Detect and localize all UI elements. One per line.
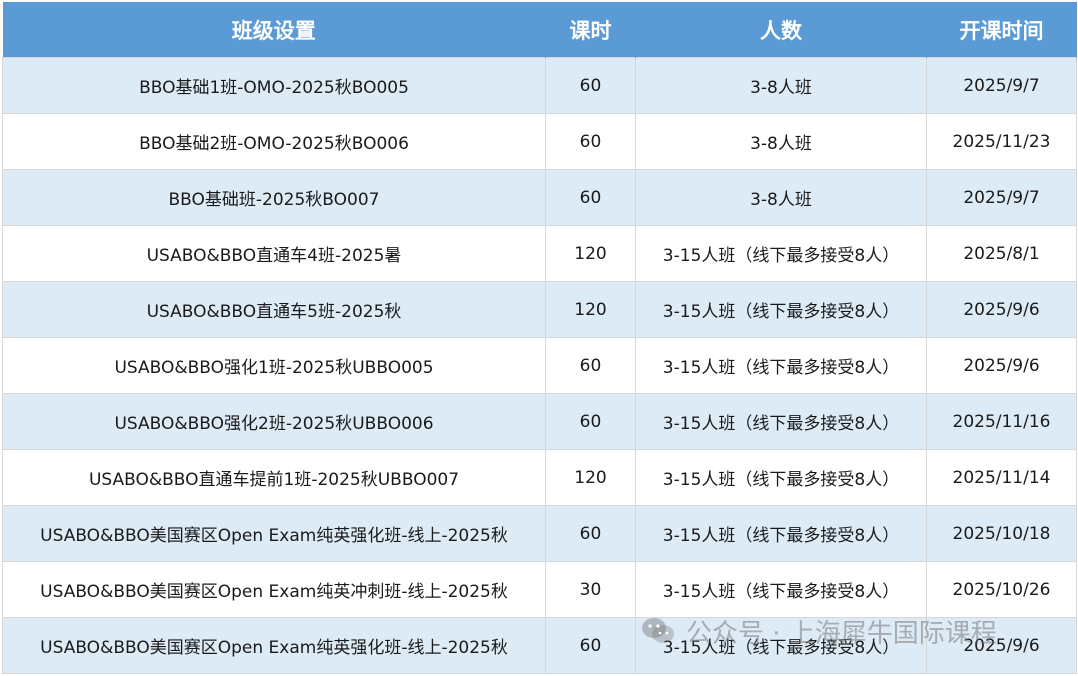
cell-class-size: 3-15人班（线下最多接受8人） (635, 393, 927, 450)
class-schedule-table: 班级设置 课时 人数 开课时间 BBO基础1班-OMO-2025秋BO005 60… (2, 2, 1077, 674)
cell-start-date: 2025/8/1 (926, 225, 1077, 282)
cell-class-setting: BBO基础班-2025秋BO007 (2, 169, 546, 226)
table-row: BBO基础2班-OMO-2025秋BO006 60 3-8人班 2025/11/23 (2, 113, 1077, 170)
table-row: BBO基础班-2025秋BO007 60 3-8人班 2025/9/7 (2, 169, 1077, 226)
cell-hours: 120 (545, 281, 636, 338)
cell-class-size: 3-15人班（线下最多接受8人） (635, 617, 927, 674)
cell-hours: 60 (545, 57, 636, 114)
table-row: USABO&BBO美国赛区Open Exam纯英强化班-线上-2025秋 60 3-… (2, 617, 1077, 674)
table-row: USABO&BBO直通车5班-2025秋 120 3-15人班（线下最多接受8人） 2… (2, 281, 1077, 338)
table-row: USABO&BBO直通车4班-2025暑 120 3-15人班（线下最多接受8人） 2… (2, 225, 1077, 282)
cell-start-date: 2025/11/16 (926, 393, 1077, 450)
cell-start-date: 2025/11/14 (926, 449, 1077, 506)
cell-start-date: 2025/9/7 (926, 169, 1077, 226)
table-row: USABO&BBO直通车提前1班-2025秋UBBO007 120 3-15人班（线… (2, 449, 1077, 506)
cell-class-size: 3-15人班（线下最多接受8人） (635, 281, 927, 338)
cell-class-size: 3-15人班（线下最多接受8人） (635, 225, 927, 282)
cell-class-setting: USABO&BBO美国赛区Open Exam纯英强化班-线上-2025秋 (2, 617, 546, 674)
header-start-date: 开课时间 (926, 2, 1077, 58)
cell-hours: 60 (545, 505, 636, 562)
cell-class-size: 3-15人班（线下最多接受8人） (635, 561, 927, 618)
cell-hours: 60 (545, 113, 636, 170)
cell-hours: 120 (545, 449, 636, 506)
cell-class-size: 3-15人班（线下最多接受8人） (635, 505, 927, 562)
header-hours: 课时 (545, 2, 636, 58)
cell-hours: 60 (545, 393, 636, 450)
cell-class-size: 3-8人班 (635, 57, 927, 114)
cell-start-date: 2025/10/18 (926, 505, 1077, 562)
table-header-row: 班级设置 课时 人数 开课时间 (2, 2, 1077, 58)
cell-start-date: 2025/10/26 (926, 561, 1077, 618)
cell-start-date: 2025/9/6 (926, 337, 1077, 394)
cell-class-setting: USABO&BBO直通车5班-2025秋 (2, 281, 546, 338)
cell-start-date: 2025/11/23 (926, 113, 1077, 170)
cell-class-setting: USABO&BBO强化2班-2025秋UBBO006 (2, 393, 546, 450)
cell-class-setting: USABO&BBO直通车提前1班-2025秋UBBO007 (2, 449, 546, 506)
cell-class-size: 3-15人班（线下最多接受8人） (635, 449, 927, 506)
cell-hours: 30 (545, 561, 636, 618)
table-row: USABO&BBO美国赛区Open Exam纯英冲刺班-线上-2025秋 30 3-… (2, 561, 1077, 618)
cell-hours: 60 (545, 617, 636, 674)
cell-hours: 60 (545, 337, 636, 394)
cell-class-setting: BBO基础1班-OMO-2025秋BO005 (2, 57, 546, 114)
table-row: USABO&BBO强化2班-2025秋UBBO006 60 3-15人班（线下最多接… (2, 393, 1077, 450)
header-class-size: 人数 (635, 2, 927, 58)
cell-class-size: 3-8人班 (635, 113, 927, 170)
cell-class-setting: BBO基础2班-OMO-2025秋BO006 (2, 113, 546, 170)
table-row: USABO&BBO强化1班-2025秋UBBO005 60 3-15人班（线下最多接… (2, 337, 1077, 394)
cell-class-setting: USABO&BBO美国赛区Open Exam纯英强化班-线上-2025秋 (2, 505, 546, 562)
cell-class-size: 3-15人班（线下最多接受8人） (635, 337, 927, 394)
cell-class-setting: USABO&BBO强化1班-2025秋UBBO005 (2, 337, 546, 394)
header-class-setting: 班级设置 (2, 2, 546, 58)
cell-start-date: 2025/9/6 (926, 281, 1077, 338)
cell-class-size: 3-8人班 (635, 169, 927, 226)
cell-start-date: 2025/9/6 (926, 617, 1077, 674)
table-row: BBO基础1班-OMO-2025秋BO005 60 3-8人班 2025/9/7 (2, 57, 1077, 114)
cell-class-setting: USABO&BBO美国赛区Open Exam纯英冲刺班-线上-2025秋 (2, 561, 546, 618)
table-row: USABO&BBO美国赛区Open Exam纯英强化班-线上-2025秋 60 3-… (2, 505, 1077, 562)
cell-class-setting: USABO&BBO直通车4班-2025暑 (2, 225, 546, 282)
cell-start-date: 2025/9/7 (926, 57, 1077, 114)
cell-hours: 120 (545, 225, 636, 282)
cell-hours: 60 (545, 169, 636, 226)
